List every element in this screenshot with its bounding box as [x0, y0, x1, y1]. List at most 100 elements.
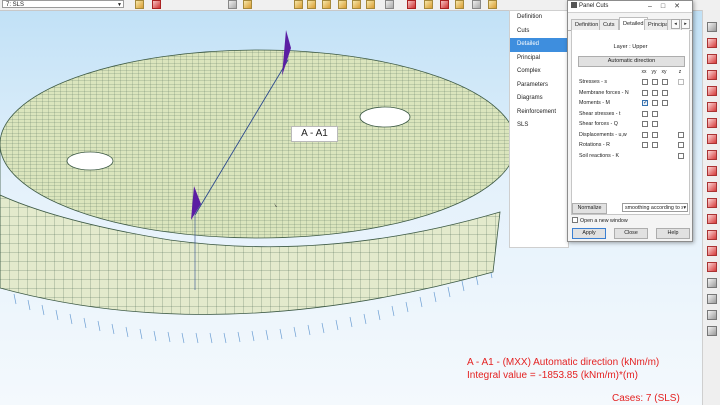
checkbox[interactable]: [642, 110, 648, 117]
toolbar-icon[interactable]: [352, 0, 361, 9]
result-text: A - A1 - (MXX) Automatic direction (kNm/…: [467, 356, 659, 382]
checkbox[interactable]: [662, 89, 668, 96]
checkbox[interactable]: [572, 217, 578, 223]
checkbox[interactable]: [678, 142, 684, 148]
toolbar-icon[interactable]: [707, 134, 717, 144]
toolbar-icon[interactable]: [472, 0, 481, 9]
toolbar-icon[interactable]: [322, 0, 331, 9]
toolbar-icon[interactable]: [707, 182, 717, 192]
checkbox[interactable]: [652, 79, 658, 85]
case-selector[interactable]: 7: SLS ▼: [2, 0, 124, 8]
toolbar-icon[interactable]: [440, 0, 449, 9]
minimize-icon[interactable]: –: [648, 3, 661, 10]
checkbox[interactable]: [662, 100, 668, 106]
checkbox[interactable]: [678, 152, 684, 159]
maximize-icon[interactable]: □: [661, 3, 674, 10]
toolbar-icon[interactable]: [707, 118, 717, 128]
toolbar-icon[interactable]: [707, 230, 717, 240]
toolbar-icon[interactable]: [707, 310, 717, 320]
toolbar-icon[interactable]: [152, 0, 161, 9]
checkbox[interactable]: [652, 121, 658, 127]
automatic-direction-button[interactable]: Automatic direction: [578, 56, 685, 67]
toolbar-icon[interactable]: [707, 22, 717, 32]
toolbar-icon[interactable]: [488, 0, 497, 9]
checkbox[interactable]: [678, 131, 684, 138]
checkbox[interactable]: [642, 131, 648, 138]
nav-item-reinforcement[interactable]: Reinforcement: [510, 106, 568, 120]
checkbox[interactable]: [652, 110, 658, 117]
tab-scroll: ◂ ▸: [670, 19, 690, 29]
column-header-yy: yy: [651, 69, 657, 75]
checkbox[interactable]: [652, 131, 658, 138]
toolbar-icon[interactable]: [707, 294, 717, 304]
toolbar-icon[interactable]: [707, 86, 717, 96]
panel-cuts-dialog: Panel Cuts –□✕ Definition Cuts Detailed …: [567, 0, 693, 242]
layer-label: Layer : Upper: [613, 44, 648, 50]
toolbar-icon[interactable]: [707, 166, 717, 176]
slab-top-surface: [0, 49, 517, 239]
toolbar-icon[interactable]: [407, 0, 416, 9]
nav-item-principal[interactable]: Principal: [510, 52, 568, 66]
row-label: Membrane forces - N: [579, 89, 629, 96]
toolbar-icon[interactable]: [707, 326, 717, 336]
close-icon[interactable]: ✕: [674, 3, 689, 10]
result-row: Shear forces - Q: [579, 120, 687, 131]
toolbar-icon[interactable]: [243, 0, 252, 9]
result-row: Shear stresses - t: [579, 110, 687, 121]
apply-button[interactable]: Apply: [572, 228, 606, 239]
toolbar-icon[interactable]: [455, 0, 464, 9]
toolbar-icon[interactable]: [338, 0, 347, 9]
normalize-button[interactable]: Normalize: [572, 203, 607, 214]
nav-item-diagrams[interactable]: Diagrams: [510, 92, 568, 106]
toolbar-icon[interactable]: [707, 278, 717, 288]
tab-cuts[interactable]: Cuts: [599, 19, 619, 30]
toolbar-icon[interactable]: [707, 262, 717, 272]
chevron-down-icon: ▾: [683, 204, 686, 211]
checkbox[interactable]: [642, 79, 648, 85]
toolbar-icon[interactable]: [228, 0, 237, 9]
checkbox[interactable]: [678, 79, 684, 85]
nav-item-parameters[interactable]: Parameters: [510, 79, 568, 93]
toolbar-icon[interactable]: [135, 0, 144, 9]
checkbox[interactable]: [642, 89, 648, 96]
smoothing-select[interactable]: smoothing according to s ▾: [622, 203, 688, 212]
checkbox[interactable]: [642, 121, 648, 127]
tab-definition[interactable]: Definition: [571, 19, 603, 30]
checkbox[interactable]: [652, 89, 658, 96]
close-button[interactable]: Close: [614, 228, 648, 239]
help-button[interactable]: Help: [656, 228, 690, 239]
chevron-right-icon[interactable]: ▸: [681, 19, 690, 29]
nav-item-definition[interactable]: Definition: [510, 11, 568, 25]
toolbar-icon[interactable]: [707, 38, 717, 48]
toolbar-icon[interactable]: [424, 0, 433, 9]
toolbar-icon[interactable]: [707, 246, 717, 256]
toolbar-icon[interactable]: [707, 102, 717, 112]
result-row: Rotations - R: [579, 141, 687, 152]
toolbar-icon[interactable]: [294, 0, 303, 9]
nav-item-sls[interactable]: SLS: [510, 119, 568, 133]
toolbar-icon[interactable]: [707, 150, 717, 160]
app-icon: [571, 2, 577, 9]
dialog-title-bar[interactable]: Panel Cuts –□✕: [568, 1, 692, 13]
chevron-left-icon[interactable]: ◂: [671, 19, 680, 29]
nav-item-complex[interactable]: Complex: [510, 65, 568, 79]
checkbox[interactable]: [652, 100, 658, 106]
checkbox[interactable]: [642, 142, 648, 148]
checkbox[interactable]: [662, 79, 668, 85]
nav-item-cuts[interactable]: Cuts: [510, 25, 568, 39]
toolbar-icon[interactable]: [707, 198, 717, 208]
toolbar-icon[interactable]: [707, 214, 717, 224]
window-controls: –□✕: [648, 1, 689, 12]
row-label: Moments - M: [579, 100, 610, 106]
column-header-z: z: [678, 69, 682, 75]
checkbox-checked[interactable]: [642, 99, 648, 108]
nav-item-detailed[interactable]: Detailed: [510, 38, 568, 52]
toolbar-icon[interactable]: [366, 0, 375, 9]
toolbar-icon[interactable]: [385, 0, 394, 9]
toolbar-icon[interactable]: [307, 0, 316, 9]
toolbar-icon[interactable]: [707, 70, 717, 80]
open-new-window-option[interactable]: Open a new window: [572, 216, 628, 224]
checkbox[interactable]: [652, 142, 658, 148]
opening-right: [359, 106, 411, 128]
toolbar-icon[interactable]: [707, 54, 717, 64]
